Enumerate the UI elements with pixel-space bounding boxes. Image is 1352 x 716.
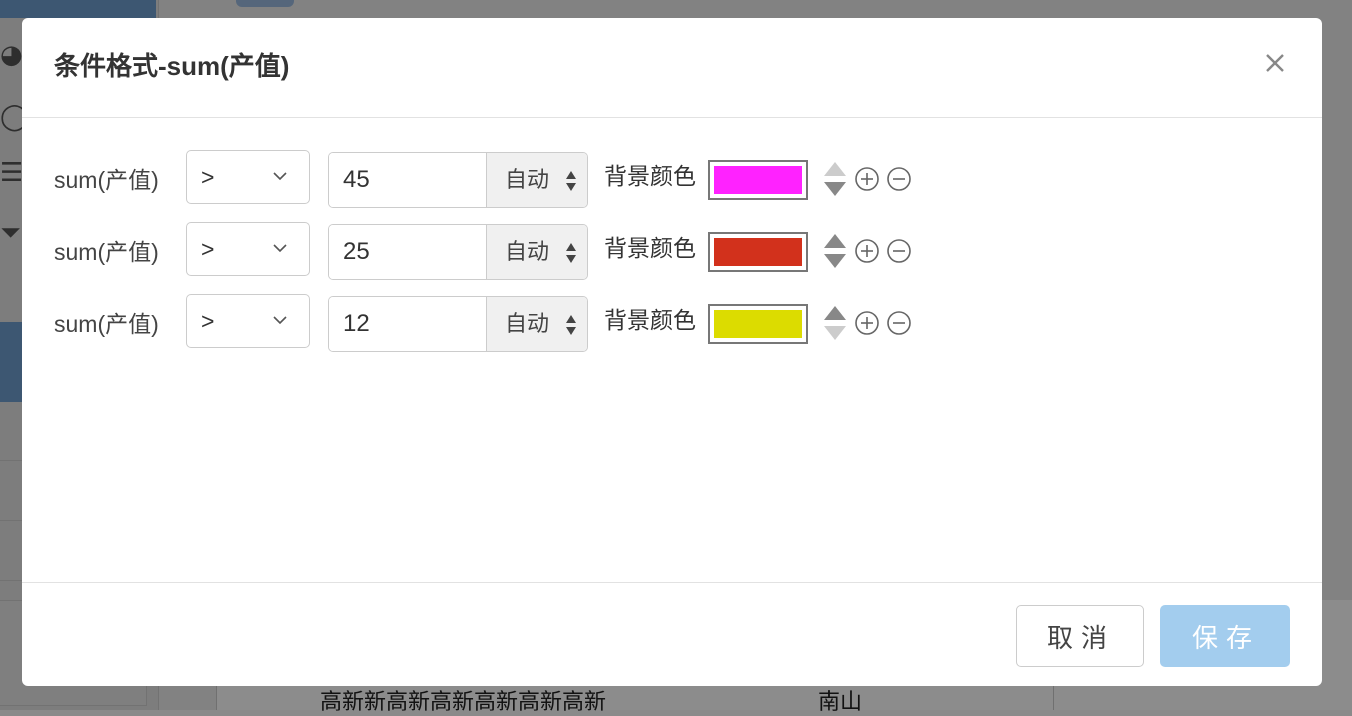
reorder-arrows	[824, 306, 846, 340]
chevron-down-icon	[273, 172, 287, 181]
dialog-footer: 取消 保存	[22, 582, 1322, 687]
unit-value: 自动	[505, 239, 550, 264]
chevron-down-icon	[273, 316, 287, 325]
reorder-arrows	[824, 234, 846, 268]
reorder-arrows	[824, 162, 846, 196]
color-swatch[interactable]	[708, 160, 808, 200]
color-swatch[interactable]	[708, 232, 808, 272]
rule-row: sum(产值) > 自动 背景颜色	[22, 294, 1322, 352]
threshold-input[interactable]	[329, 153, 487, 207]
operator-value: >	[201, 236, 215, 262]
rule-field-label: sum(产值)	[54, 239, 159, 265]
save-button[interactable]: 保存	[1160, 605, 1290, 667]
unit-select[interactable]: 自动	[487, 153, 587, 207]
rule-row: sum(产值) > 自动 背景颜色	[22, 150, 1322, 208]
move-up-icon[interactable]	[824, 162, 846, 176]
unit-select[interactable]: 自动	[487, 225, 587, 279]
up-down-caret-icon	[566, 243, 576, 263]
dialog-title: 条件格式-sum(产值)	[54, 51, 290, 81]
style-label: 背景颜色	[604, 235, 696, 261]
up-down-caret-icon	[566, 171, 576, 191]
rule-field-label: sum(产值)	[54, 167, 159, 193]
color-swatch-fill	[714, 238, 802, 266]
operator-value: >	[201, 308, 215, 334]
unit-value: 自动	[505, 311, 550, 336]
operator-value: >	[201, 164, 215, 190]
rule-field-label: sum(产值)	[54, 311, 159, 337]
remove-rule-icon[interactable]	[886, 166, 912, 192]
operator-select[interactable]: >	[186, 222, 310, 276]
cancel-button[interactable]: 取消	[1016, 605, 1144, 667]
chevron-down-icon	[273, 244, 287, 253]
move-down-icon[interactable]	[824, 254, 846, 268]
add-rule-icon[interactable]	[854, 166, 880, 192]
color-swatch[interactable]	[708, 304, 808, 344]
add-rule-icon[interactable]	[854, 310, 880, 336]
move-down-icon[interactable]	[824, 182, 846, 196]
threshold-input[interactable]	[329, 297, 487, 351]
rule-row: sum(产值) > 自动 背景颜色	[22, 222, 1322, 280]
color-swatch-fill	[714, 310, 802, 338]
up-down-caret-icon	[566, 315, 576, 335]
move-down-icon[interactable]	[824, 326, 846, 340]
close-icon	[1266, 54, 1284, 72]
dialog-header: 条件格式-sum(产值)	[22, 18, 1322, 118]
move-up-icon[interactable]	[824, 234, 846, 248]
operator-select[interactable]: >	[186, 294, 310, 348]
move-up-icon[interactable]	[824, 306, 846, 320]
unit-value: 自动	[505, 167, 550, 192]
threshold-input[interactable]	[329, 225, 487, 279]
style-label: 背景颜色	[604, 307, 696, 333]
close-button[interactable]	[1260, 48, 1290, 78]
remove-rule-icon[interactable]	[886, 238, 912, 264]
threshold-group: 自动	[328, 152, 588, 208]
threshold-group: 自动	[328, 296, 588, 352]
operator-select[interactable]: >	[186, 150, 310, 204]
add-rule-icon[interactable]	[854, 238, 880, 264]
conditional-format-dialog: 条件格式-sum(产值) sum(产值) > 自动	[22, 18, 1322, 686]
style-label: 背景颜色	[604, 163, 696, 189]
threshold-group: 自动	[328, 224, 588, 280]
remove-rule-icon[interactable]	[886, 310, 912, 336]
unit-select[interactable]: 自动	[487, 297, 587, 351]
color-swatch-fill	[714, 166, 802, 194]
